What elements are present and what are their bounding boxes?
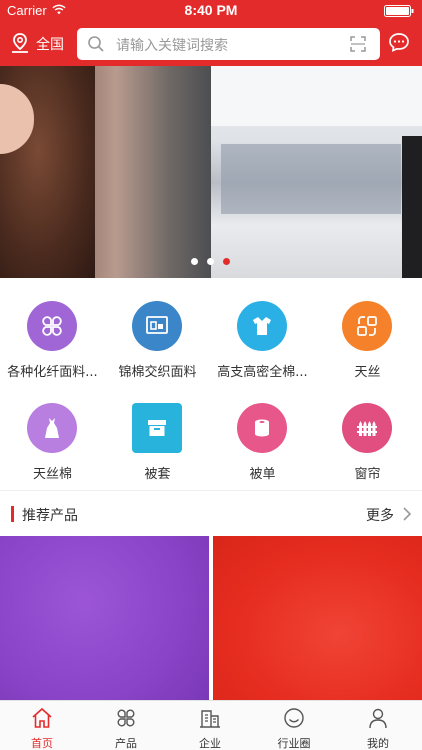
- search-placeholder[interactable]: 请输入关键词搜索: [116, 35, 228, 55]
- divider: [0, 490, 422, 491]
- status-bar: Carrier 8:40 PM: [0, 0, 422, 22]
- window-icon: [146, 316, 168, 334]
- banner-carousel[interactable]: [0, 66, 422, 278]
- fence-icon: [357, 421, 377, 436]
- category-item[interactable]: 被单: [210, 387, 315, 487]
- category-label: 天丝: [354, 365, 381, 380]
- location-pin-icon[interactable]: [10, 32, 30, 54]
- shirt-icon: [253, 317, 271, 335]
- tab-bar: 首页 产品 企业 行业圈 我的: [0, 700, 422, 750]
- recommend-header: 推荐产品 更多: [0, 496, 422, 532]
- category-item[interactable]: 高支高密全棉...: [210, 285, 315, 385]
- tab-label: 行业圈: [277, 737, 311, 750]
- carousel-dot-active: [223, 258, 230, 265]
- category-label: 锦棉交织面料: [118, 365, 197, 380]
- tab-label: 我的: [367, 737, 389, 750]
- banner-image-model: [0, 66, 211, 278]
- category-label: 各种化纤面料...: [7, 365, 98, 380]
- scan-icon[interactable]: [350, 36, 366, 52]
- nav-bar: 全国 请输入关键词搜索: [0, 24, 422, 62]
- section-accent-bar: [11, 506, 14, 522]
- category-label: 被单: [249, 467, 276, 482]
- smile-icon: [284, 708, 304, 728]
- category-item[interactable]: 窗帘: [315, 387, 420, 487]
- category-item[interactable]: 被套: [105, 387, 210, 487]
- carousel-dot: [207, 258, 214, 265]
- category-label: 被套: [144, 467, 171, 482]
- search-icon: [88, 36, 104, 52]
- tab-enterprise[interactable]: 企业: [168, 701, 252, 750]
- swap-icon: [357, 316, 377, 336]
- category-label: 窗帘: [354, 467, 381, 482]
- category-item[interactable]: 锦棉交织面料: [105, 285, 210, 385]
- search-bar[interactable]: 请输入关键词搜索: [77, 28, 380, 60]
- more-link[interactable]: 更多: [366, 505, 394, 525]
- category-item[interactable]: 各种化纤面料...: [0, 285, 105, 385]
- tab-label: 产品: [115, 737, 137, 750]
- product-card-red-fabric[interactable]: [213, 536, 422, 700]
- product-card-purple-fabric[interactable]: [0, 536, 209, 700]
- section-title: 推荐产品: [22, 508, 78, 524]
- person-icon: [369, 708, 387, 729]
- status-time: 8:40 PM: [184, 2, 238, 18]
- header: Carrier 8:40 PM 全国 请输入关键词搜索: [0, 0, 422, 66]
- banner-image-mall: [211, 66, 422, 278]
- tab-label: 首页: [31, 737, 53, 750]
- chevron-right-icon[interactable]: [402, 507, 412, 521]
- category-label: 天丝棉: [32, 467, 72, 482]
- tab-products[interactable]: 产品: [84, 701, 168, 750]
- home-icon: [32, 707, 52, 728]
- location-selector[interactable]: 全国: [36, 34, 64, 54]
- building-icon: [200, 710, 220, 728]
- clover-icon: [42, 316, 62, 336]
- tab-industry[interactable]: 行业圈: [252, 701, 336, 750]
- message-icon[interactable]: [388, 32, 410, 52]
- category-item[interactable]: 天丝: [315, 285, 420, 385]
- battery-icon: [384, 5, 414, 17]
- carousel-dot: [191, 258, 198, 265]
- category-item[interactable]: 天丝棉: [0, 387, 105, 487]
- roll-icon: [255, 419, 269, 437]
- box-icon: [148, 420, 166, 436]
- category-label: 高支高密全棉...: [217, 365, 308, 380]
- carousel-indicator: [188, 258, 236, 266]
- tab-label: 企业: [199, 737, 221, 750]
- grid-icon: [117, 709, 135, 727]
- dress-icon: [45, 418, 59, 438]
- tab-mine[interactable]: 我的: [336, 701, 420, 750]
- tab-home[interactable]: 首页: [0, 701, 84, 750]
